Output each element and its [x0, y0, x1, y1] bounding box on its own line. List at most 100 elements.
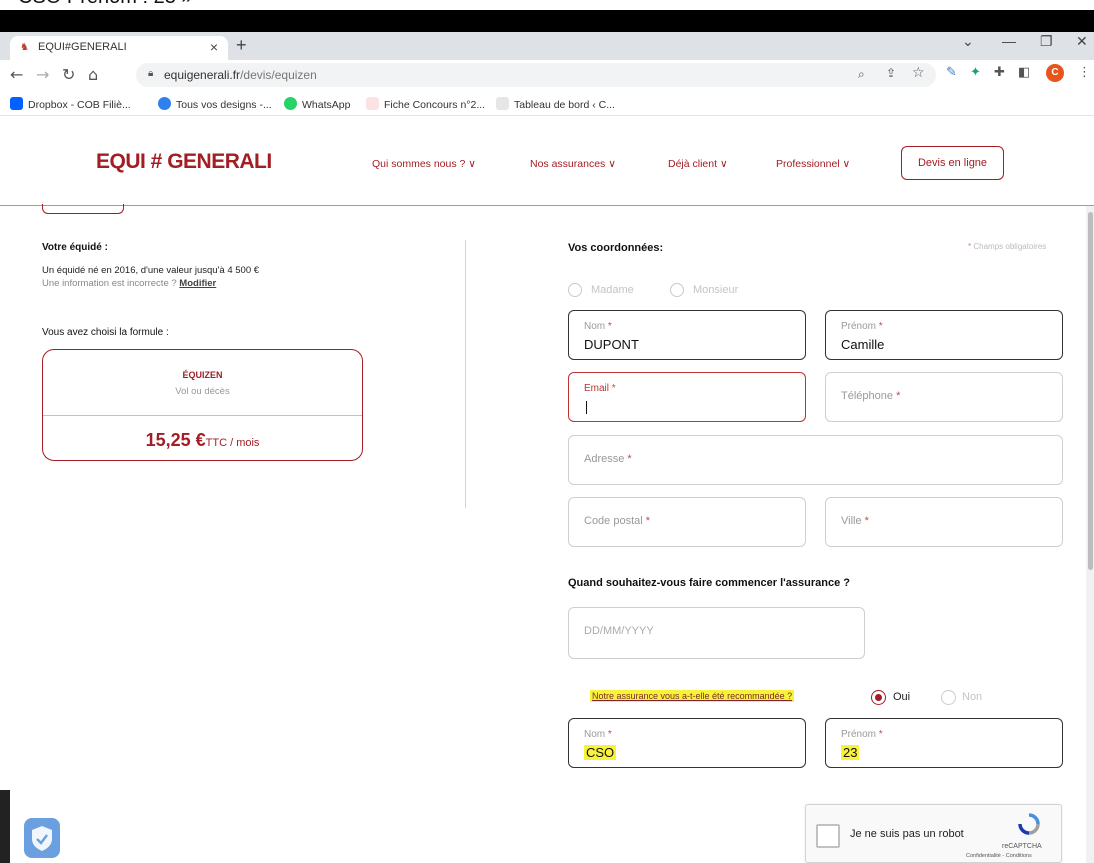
forward-icon[interactable]: → [36, 65, 49, 84]
bookmark-dropbox[interactable]: Dropbox - COB Filiè... [10, 97, 131, 111]
bookmark-whatsapp[interactable]: WhatsApp [284, 97, 350, 111]
oui-label: Oui [893, 691, 911, 703]
menu-icon[interactable]: ⋮ [1078, 65, 1091, 80]
monsieur-radio[interactable] [670, 283, 684, 297]
madame-label: Madame [591, 284, 634, 296]
recaptcha-brand: reCAPTCHA [1002, 843, 1042, 850]
incorrect-text: Une information est incorrecte ? [42, 278, 177, 289]
close-window-icon[interactable]: ✕ [1076, 33, 1088, 50]
url-domain: equigenerali.fr [164, 68, 241, 82]
privacy-shield-icon[interactable] [24, 818, 60, 858]
extension-pen-icon[interactable]: ✎ [946, 65, 957, 80]
nom-label: Nom * [584, 321, 612, 332]
formula-name: ÉQUIZEN [182, 370, 223, 380]
code-postal-field[interactable]: Code postal * [568, 497, 806, 547]
price-unit: TTC / mois [205, 437, 260, 449]
bookmark-tableau[interactable]: Tableau de bord ‹ C... [496, 97, 615, 111]
nav-qui-sommes-nous[interactable]: Qui sommes nous ? ∨ [372, 158, 476, 170]
recaptcha-links[interactable]: Confidentialité - Conditions [966, 853, 1032, 859]
reco-nom-label: Nom * [584, 729, 612, 740]
reco-nom-field[interactable]: Nom * CSO [568, 718, 806, 768]
modifier-link[interactable]: Modifier [179, 278, 216, 289]
bookmark-star-icon[interactable]: ☆ [912, 65, 925, 81]
reco-prenom-value: 23 [841, 745, 860, 760]
tab-search-icon[interactable]: ⌄ [962, 33, 974, 50]
home-icon[interactable]: ⌂ [88, 65, 98, 84]
bookmark-canva[interactable]: Tous vos designs -... [158, 97, 272, 111]
recaptcha-widget: Je ne suis pas un robot reCAPTCHA Confid… [805, 804, 1062, 863]
extensions-puzzle-icon[interactable]: ✚ [994, 65, 1005, 80]
bookmark-label: WhatsApp [302, 99, 351, 111]
nav-professionnel[interactable]: Professionnel ∨ [776, 158, 850, 170]
email-field[interactable]: Email * [568, 372, 806, 422]
prenom-label: Prénom * [841, 321, 883, 332]
start-question: Quand souhaitez-vous faire commencer l'a… [568, 577, 850, 589]
adresse-field[interactable]: Adresse * [568, 435, 1063, 485]
non-radio[interactable] [941, 690, 956, 705]
text-caret [586, 401, 587, 414]
bookmark-fiche-concours[interactable]: Fiche Concours n°2... [366, 97, 485, 111]
recaptcha-label: Je ne suis pas un robot [850, 828, 964, 840]
devis-en-ligne-button[interactable]: Devis en ligne [901, 146, 1004, 180]
site-logo[interactable]: EQUI # GENERALI [96, 150, 272, 174]
telephone-field[interactable]: Téléphone * [825, 372, 1063, 422]
formula-price: 15,25 €TTC / mois [43, 430, 362, 451]
prenom-field[interactable]: Prénom * Camille [825, 310, 1063, 360]
recommendation-question: Notre assurance vous a-t-elle été recomm… [590, 690, 795, 702]
left-edge-bar [0, 790, 10, 863]
monsieur-label: Monsieur [693, 284, 739, 296]
recaptcha-checkbox[interactable] [816, 824, 840, 848]
minimize-icon[interactable]: — [1002, 33, 1016, 49]
scrollbar-thumb[interactable] [1088, 212, 1093, 570]
nav-nos-assurances[interactable]: Nos assurances ∨ [530, 158, 616, 170]
recaptcha-logo-icon [1018, 813, 1040, 835]
url-text[interactable]: equigenerali.fr/devis/equizen [164, 68, 317, 82]
tab-title: EQUI#GENERALI [38, 41, 127, 53]
reco-nom-value: CSO [584, 745, 617, 760]
caption-strip: CSO Prénom : 23 » [0, 0, 1094, 10]
nav-deja-client[interactable]: Déjà client ∨ [668, 158, 728, 170]
restore-icon[interactable]: ❐ [1040, 33, 1053, 50]
back-icon[interactable]: ← [10, 65, 23, 84]
formula-card: ÉQUIZEN Vol ou décès 15,25 €TTC / mois [42, 349, 363, 461]
formula-divider [43, 415, 362, 416]
dropbox-icon [10, 97, 23, 110]
previous-button-stub[interactable] [42, 204, 124, 214]
code-postal-label: Code postal * [584, 515, 651, 527]
email-label: Email * [584, 383, 616, 394]
date-placeholder: DD/MM/YYYY [584, 625, 654, 637]
ville-label: Ville * [841, 515, 869, 527]
oui-radio[interactable] [871, 690, 886, 705]
close-tab-icon[interactable]: × [210, 39, 218, 55]
canva-icon [158, 97, 171, 110]
share-icon[interactable]: ⇪ [886, 66, 896, 80]
browser-tab[interactable]: ♞ EQUI#GENERALI × [10, 36, 228, 60]
formula-title: Vous avez choisi la formule : [42, 327, 169, 338]
bookmark-label: Fiche Concours n°2... [384, 99, 486, 111]
nom-value: DUPONT [584, 337, 639, 352]
lock-icon[interactable]: 🔒︎ [148, 68, 153, 79]
caption-text: CSO Prénom : 23 » [18, 0, 193, 9]
zoom-icon[interactable]: ⌕ [858, 67, 865, 82]
header-divider [0, 205, 1094, 206]
madame-radio[interactable] [568, 283, 582, 297]
reco-prenom-field[interactable]: Prénom * 23 [825, 718, 1063, 768]
incorrect-info-line: Une information est incorrecte ? Modifie… [42, 278, 216, 289]
formula-description: Vol ou décès [175, 386, 230, 397]
prenom-value: Camille [841, 337, 885, 352]
horse-icon [366, 97, 379, 110]
ville-field[interactable]: Ville * [825, 497, 1063, 547]
nom-field[interactable]: Nom * DUPONT [568, 310, 806, 360]
profile-avatar[interactable]: C [1046, 64, 1064, 82]
telephone-label: Téléphone * [841, 390, 901, 402]
price-amount: 15,25 € [145, 430, 206, 450]
new-tab-button[interactable]: + [236, 35, 247, 56]
extension-pin-icon[interactable]: ✦ [970, 65, 981, 80]
reload-icon[interactable]: ↻ [62, 65, 75, 84]
whatsapp-icon [284, 97, 297, 110]
equide-description: Un équidé né en 2016, d'une valeur jusqu… [42, 265, 260, 276]
non-label: Non [962, 691, 983, 703]
required-note: * Champs obligatoires [968, 242, 1046, 251]
side-panel-icon[interactable]: ◧ [1018, 65, 1030, 80]
date-field[interactable]: DD/MM/YYYY [568, 607, 865, 659]
